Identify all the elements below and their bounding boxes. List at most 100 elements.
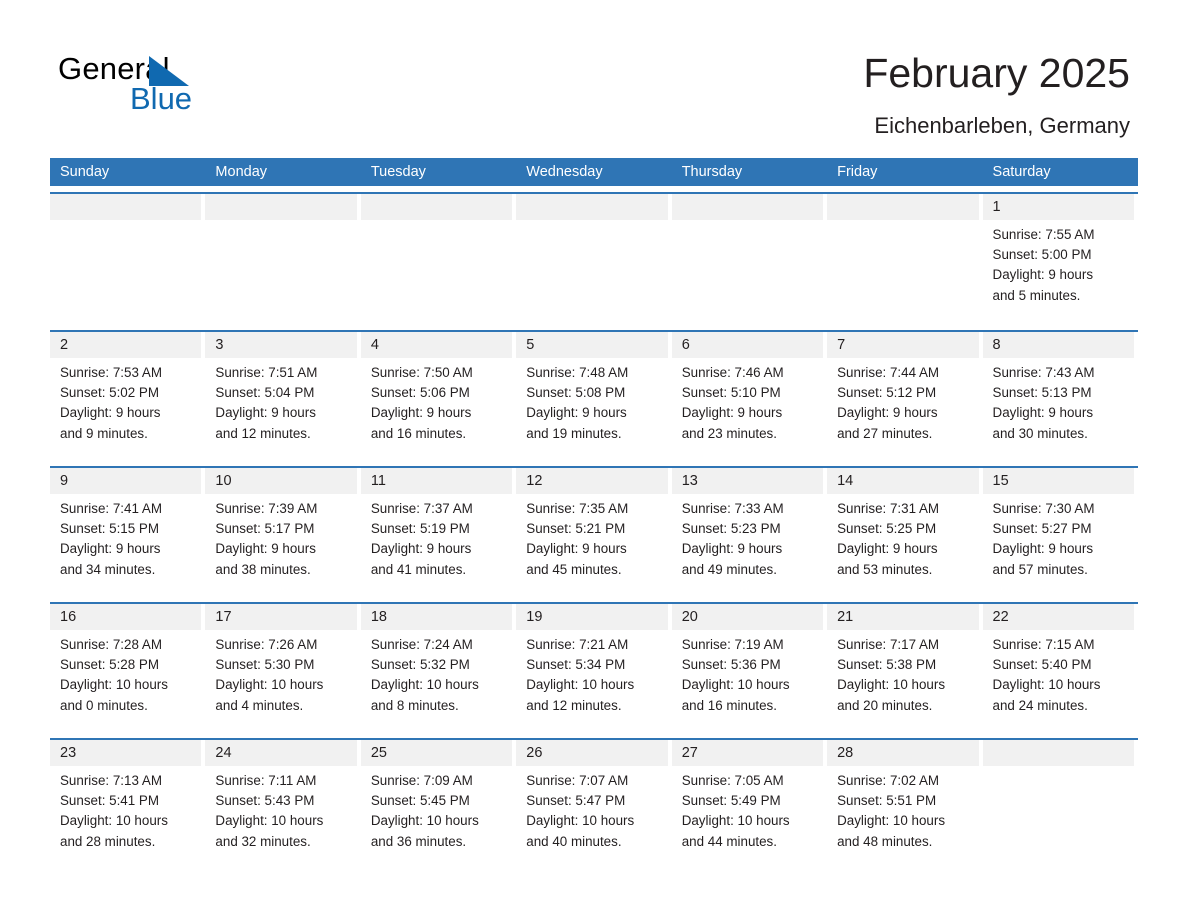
sunset-text: Sunset: 5:19 PM <box>370 521 470 537</box>
calendar-day-cell <box>516 194 671 324</box>
day-number <box>516 194 668 220</box>
day-number: 22 <box>982 604 1134 630</box>
calendar-day-cell[interactable]: 17 Sunrise: 7:26 AM Sunset: 5:30 PM Dayligh… <box>205 604 360 732</box>
day-number: 4 <box>360 332 513 358</box>
calendar-day-cell[interactable]: 26 Sunrise: 7:07 AM Sunset: 5:47 PM Dayligh… <box>516 740 671 868</box>
daylight-text-line1: Daylight: 10 hours <box>992 677 1101 693</box>
calendar-day-cell[interactable]: 2 Sunrise: 7:53 AM Sunset: 5:02 PM Daylight… <box>50 332 205 460</box>
daylight-text-line2: and 12 minutes. <box>526 697 622 713</box>
sunset-text: Sunset: 5:30 PM <box>215 657 315 673</box>
sunrise-text: Sunrise: 7:44 AM <box>837 365 940 380</box>
generalblue-logo[interactable]: General Blue <box>58 50 318 122</box>
calendar-day-cell[interactable]: 16 Sunrise: 7:28 AM Sunset: 5:28 PM Dayligh… <box>50 604 205 732</box>
weekday-header-wednesday: Wednesday <box>526 164 603 180</box>
sunset-text: Sunset: 5:23 PM <box>681 521 781 537</box>
daylight-text-line2: and 16 minutes. <box>370 425 467 441</box>
calendar-day-cell[interactable]: 3 Sunrise: 7:51 AM Sunset: 5:04 PM Daylight… <box>205 332 360 460</box>
daylight-text-line2: and 44 minutes. <box>681 833 777 849</box>
sunrise-text: Sunrise: 7:30 AM <box>992 501 1095 516</box>
calendar-day-cell[interactable]: 13 Sunrise: 7:33 AM Sunset: 5:23 PM Dayligh… <box>671 468 827 596</box>
calendar-day-cell[interactable]: 14 Sunrise: 7:31 AM Sunset: 5:25 PM Dayligh… <box>827 468 982 596</box>
calendar-day-cell[interactable]: 11 Sunrise: 7:37 AM Sunset: 5:19 PM Dayligh… <box>360 468 516 596</box>
calendar-day-cell[interactable]: 23 Sunrise: 7:13 AM Sunset: 5:41 PM Dayligh… <box>50 740 205 868</box>
sunset-text: Sunset: 5:51 PM <box>837 793 937 809</box>
calendar-day-cell[interactable]: 20 Sunrise: 7:19 AM Sunset: 5:36 PM Dayligh… <box>671 604 827 732</box>
calendar-day-cell[interactable]: 22 Sunrise: 7:15 AM Sunset: 5:40 PM Dayligh… <box>982 604 1138 732</box>
calendar-day-cell[interactable]: 19 Sunrise: 7:21 AM Sunset: 5:34 PM Dayligh… <box>516 604 671 732</box>
calendar-day-cell[interactable]: 28 Sunrise: 7:02 AM Sunset: 5:51 PM Dayligh… <box>827 740 982 868</box>
daylight-text-line1: Daylight: 10 hours <box>837 677 946 693</box>
calendar-day-cell[interactable]: 21 Sunrise: 7:17 AM Sunset: 5:38 PM Dayligh… <box>827 604 982 732</box>
daylight-text-line1: Daylight: 9 hours <box>215 541 316 557</box>
day-number: 10 <box>205 468 357 494</box>
sunset-text: Sunset: 5:15 PM <box>60 521 159 537</box>
daylight-text-line2: and 16 minutes. <box>681 697 777 713</box>
daylight-text-line1: Daylight: 10 hours <box>60 813 168 829</box>
calendar-week-row: 2 Sunrise: 7:53 AM Sunset: 5:02 PM Daylight… <box>50 330 1138 460</box>
calendar-day-cell[interactable]: 25 Sunrise: 7:09 AM Sunset: 5:45 PM Dayligh… <box>360 740 516 868</box>
day-number: 7 <box>827 332 979 358</box>
calendar-day-cell[interactable]: 8 Sunrise: 7:43 AM Sunset: 5:13 PM Daylight… <box>982 332 1138 460</box>
daylight-text-line2: and 53 minutes. <box>837 561 933 577</box>
day-number: 18 <box>360 604 513 630</box>
weekday-header-saturday: Saturday <box>992 164 1051 180</box>
calendar-day-cell[interactable]: 9 Sunrise: 7:41 AM Sunset: 5:15 PM Daylight… <box>50 468 205 596</box>
calendar-day-cell[interactable]: 6 Sunrise: 7:46 AM Sunset: 5:10 PM Daylight… <box>671 332 827 460</box>
sunrise-text: Sunrise: 7:31 AM <box>837 501 940 516</box>
day-number: 6 <box>671 332 824 358</box>
calendar-day-cell[interactable]: 27 Sunrise: 7:05 AM Sunset: 5:49 PM Dayligh… <box>671 740 827 868</box>
sunset-text: Sunset: 5:32 PM <box>370 657 470 673</box>
calendar-day-cell <box>50 194 205 324</box>
weekday-header-monday: Monday <box>215 164 268 180</box>
sunrise-text: Sunrise: 7:02 AM <box>837 773 940 788</box>
daylight-text-line2: and 34 minutes. <box>60 561 156 577</box>
calendar-day-cell[interactable]: 4 Sunrise: 7:50 AM Sunset: 5:06 PM Daylight… <box>360 332 516 460</box>
day-number: 26 <box>516 740 668 766</box>
sunset-text: Sunset: 5:45 PM <box>370 793 470 809</box>
day-number: 20 <box>671 604 824 630</box>
sunrise-text: Sunrise: 7:11 AM <box>215 773 317 788</box>
daylight-text-line2: and 57 minutes. <box>992 561 1088 577</box>
weekday-header-thursday: Thursday <box>681 164 743 180</box>
sunset-text: Sunset: 5:43 PM <box>215 793 315 809</box>
calendar-day-cell[interactable]: 1 Sunrise: 7:55 AM Sunset: 5:00 PM Daylight… <box>982 194 1138 324</box>
day-number: 5 <box>516 332 668 358</box>
day-number: 3 <box>205 332 357 358</box>
day-number <box>982 740 1134 766</box>
calendar-day-cell[interactable]: 12 Sunrise: 7:35 AM Sunset: 5:21 PM Dayligh… <box>516 468 671 596</box>
day-number: 14 <box>827 468 979 494</box>
day-number: 2 <box>50 332 202 358</box>
daylight-text-line1: Daylight: 9 hours <box>681 541 783 557</box>
day-number <box>360 194 513 220</box>
logo-text-blue: Blue <box>130 81 193 116</box>
daylight-text-line2: and 49 minutes. <box>681 561 777 577</box>
daylight-text-line2: and 40 minutes. <box>526 833 622 849</box>
sunset-text: Sunset: 5:25 PM <box>837 521 937 537</box>
daylight-text-line2: and 12 minutes. <box>215 425 311 441</box>
daylight-text-line1: Daylight: 9 hours <box>60 541 161 557</box>
day-number <box>827 194 979 220</box>
sunrise-text: Sunrise: 7:39 AM <box>215 501 318 516</box>
daylight-text-line1: Daylight: 9 hours <box>681 405 783 421</box>
calendar-day-cell[interactable]: 5 Sunrise: 7:48 AM Sunset: 5:08 PM Daylight… <box>516 332 671 460</box>
calendar-day-cell[interactable]: 24 Sunrise: 7:11 AM Sunset: 5:43 PM Dayligh… <box>205 740 360 868</box>
calendar-day-cell[interactable]: 18 Sunrise: 7:24 AM Sunset: 5:32 PM Dayligh… <box>360 604 516 732</box>
day-number: 9 <box>50 468 202 494</box>
calendar-day-cell[interactable]: 15 Sunrise: 7:30 AM Sunset: 5:27 PM Dayligh… <box>982 468 1138 596</box>
sunrise-text: Sunrise: 7:55 AM <box>992 227 1095 242</box>
daylight-text-line2: and 20 minutes. <box>837 697 933 713</box>
sunrise-text: Sunrise: 7:43 AM <box>992 365 1095 380</box>
sunrise-text: Sunrise: 7:07 AM <box>526 773 629 788</box>
daylight-text-line1: Daylight: 10 hours <box>526 813 635 829</box>
daylight-text-line1: Daylight: 9 hours <box>837 541 938 557</box>
daylight-text-line2: and 45 minutes. <box>526 561 622 577</box>
daylight-text-line2: and 28 minutes. <box>60 833 156 849</box>
calendar-day-cell[interactable]: 10 Sunrise: 7:39 AM Sunset: 5:17 PM Dayligh… <box>205 468 360 596</box>
sunset-text: Sunset: 5:47 PM <box>526 793 626 809</box>
daylight-text-line1: Daylight: 10 hours <box>215 813 324 829</box>
day-number: 15 <box>982 468 1134 494</box>
daylight-text-line1: Daylight: 10 hours <box>215 677 324 693</box>
sunrise-text: Sunrise: 7:48 AM <box>526 365 629 380</box>
day-number: 27 <box>671 740 824 766</box>
calendar-day-cell[interactable]: 7 Sunrise: 7:44 AM Sunset: 5:12 PM Daylight… <box>827 332 982 460</box>
